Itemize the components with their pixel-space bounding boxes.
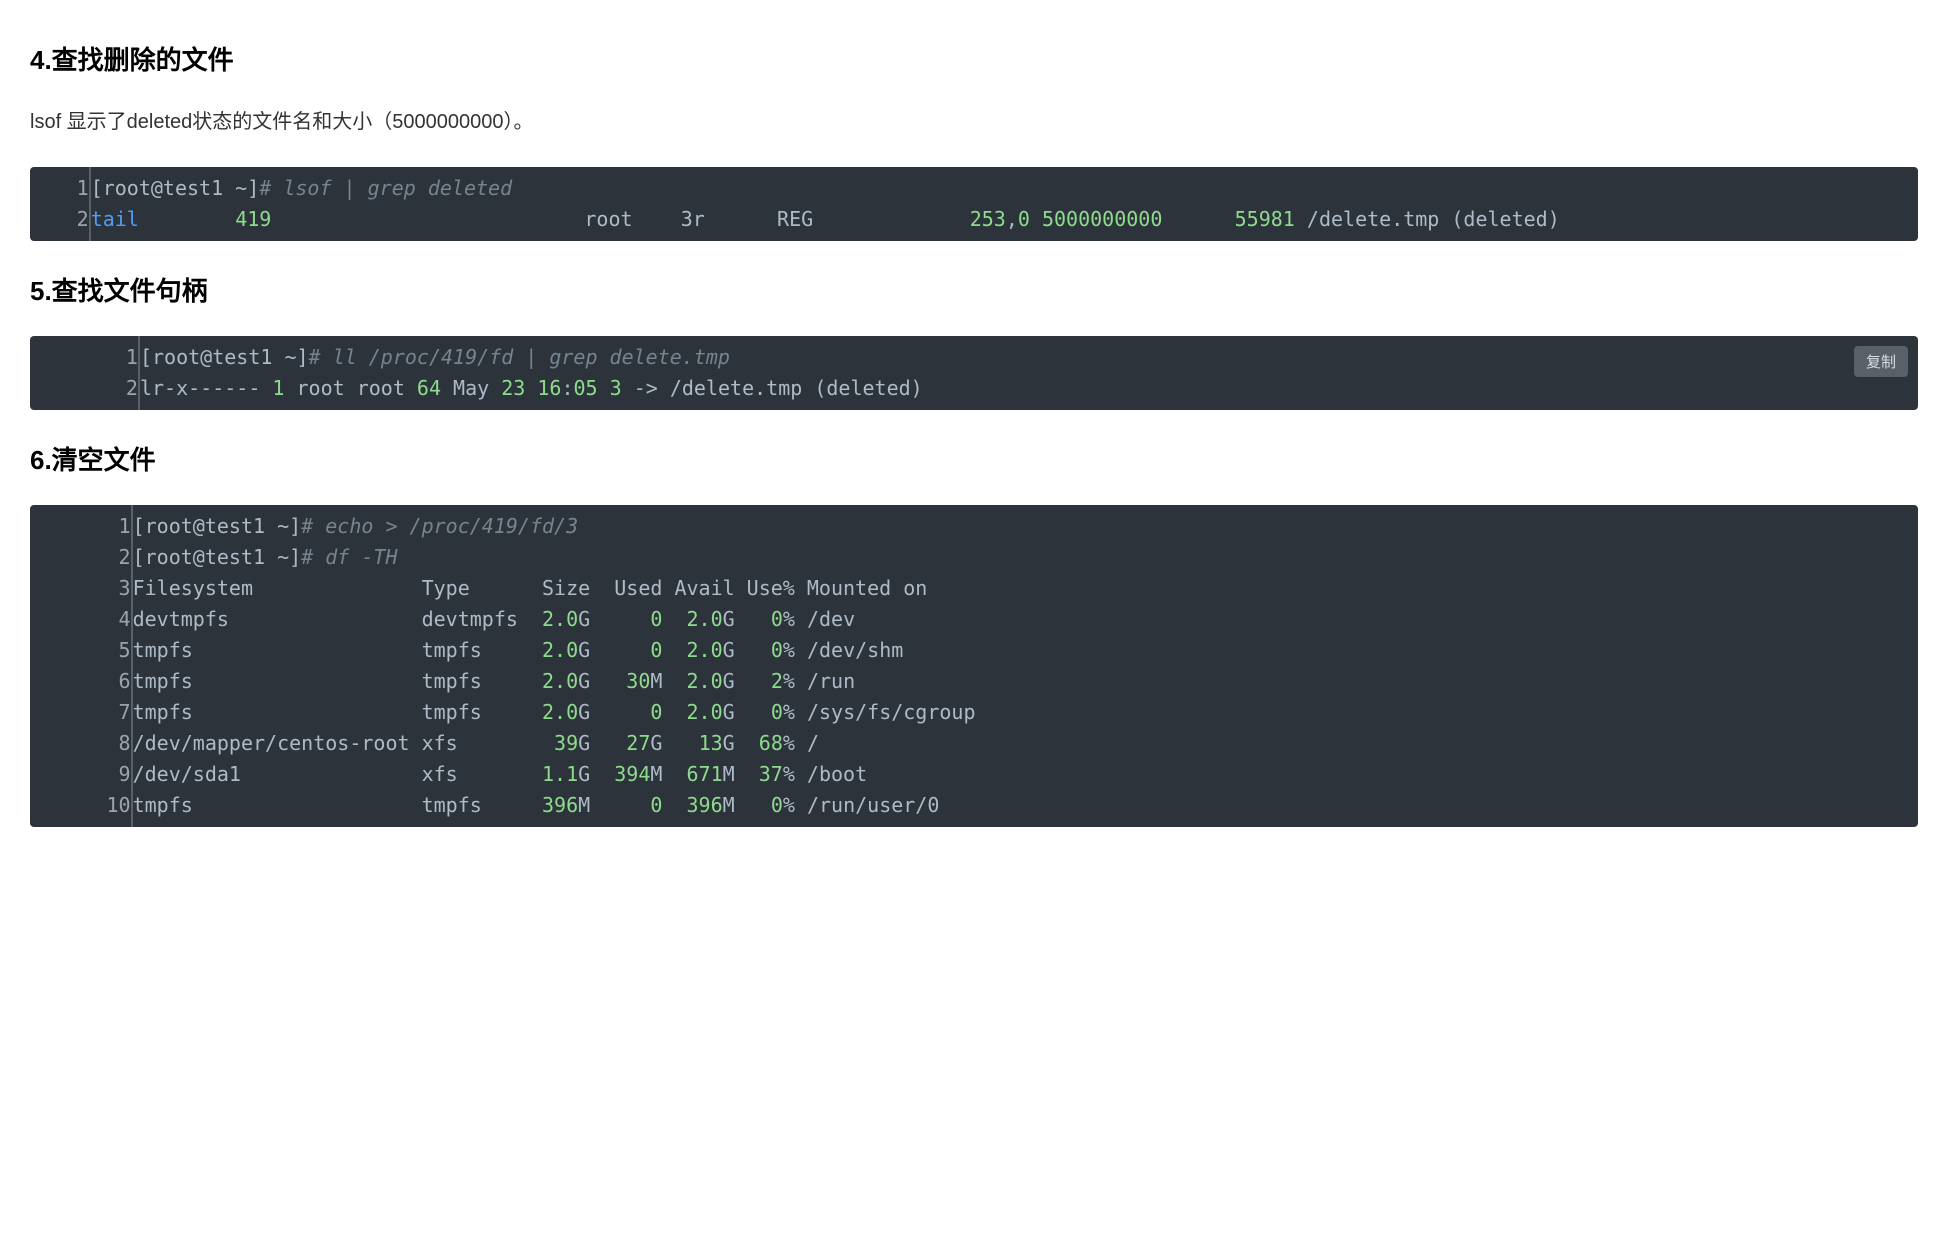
- section-6-heading: 6.清空文件: [30, 440, 1918, 477]
- section-4-paragraph: lsof 显示了deleted状态的文件名和大小（5000000000）。: [30, 105, 1918, 139]
- line-number: 1: [30, 167, 90, 204]
- code-line: [root@test1 ~]# ll /proc/419/fd | grep d…: [139, 336, 1918, 373]
- copy-button[interactable]: 复制: [1854, 346, 1908, 377]
- code-block-3: 1[root@test1 ~]# echo > /proc/419/fd/32[…: [30, 505, 1918, 827]
- line-number: 1: [30, 505, 132, 542]
- code-line: tmpfs tmpfs 2.0G 0 2.0G 0% /dev/shm: [132, 635, 1918, 666]
- line-number: 1: [30, 336, 139, 373]
- code-line: [root@test1 ~]# lsof | grep deleted: [90, 167, 1918, 204]
- code-line: tmpfs tmpfs 2.0G 30M 2.0G 2% /run: [132, 666, 1918, 697]
- code-block-2: 1[root@test1 ~]# ll /proc/419/fd | grep …: [30, 336, 1918, 410]
- line-number: 6: [30, 666, 132, 697]
- line-number: 8: [30, 728, 132, 759]
- section-4-heading: 4.查找删除的文件: [30, 40, 1918, 77]
- line-number: 9: [30, 759, 132, 790]
- line-number: 2: [30, 542, 132, 573]
- code-line: Filesystem Type Size Used Avail Use% Mou…: [132, 573, 1918, 604]
- code-line: [root@test1 ~]# df -TH: [132, 542, 1918, 573]
- line-number: 10: [30, 790, 132, 827]
- code-line: tmpfs tmpfs 396M 0 396M 0% /run/user/0: [132, 790, 1918, 827]
- line-number: 5: [30, 635, 132, 666]
- code-line: lr-x------ 1 root root 64 May 23 16:05 3…: [139, 373, 1918, 410]
- code-line: devtmpfs devtmpfs 2.0G 0 2.0G 0% /dev: [132, 604, 1918, 635]
- code-block-1: 1[root@test1 ~]# lsof | grep deleted2tai…: [30, 167, 1918, 241]
- code-line: /dev/mapper/centos-root xfs 39G 27G 13G …: [132, 728, 1918, 759]
- section-5-heading: 5.查找文件句柄: [30, 271, 1918, 308]
- line-number: 2: [30, 204, 90, 241]
- code-line: tmpfs tmpfs 2.0G 0 2.0G 0% /sys/fs/cgrou…: [132, 697, 1918, 728]
- line-number: 7: [30, 697, 132, 728]
- line-number: 4: [30, 604, 132, 635]
- code-line: [root@test1 ~]# echo > /proc/419/fd/3: [132, 505, 1918, 542]
- line-number: 2: [30, 373, 139, 410]
- code-line: /dev/sda1 xfs 1.1G 394M 671M 37% /boot: [132, 759, 1918, 790]
- line-number: 3: [30, 573, 132, 604]
- code-line: tail 419 root 3r REG 253,0 5000000000 55…: [90, 204, 1918, 241]
